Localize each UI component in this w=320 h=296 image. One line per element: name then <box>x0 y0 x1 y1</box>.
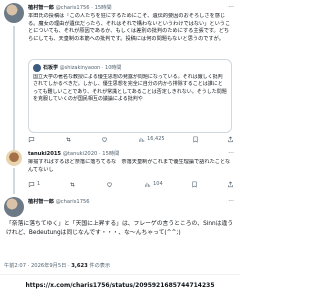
author-handle[interactable]: @tanuki2020 <box>63 151 98 157</box>
tweet-meta: 午前2:07 · 2026年9月5日 · 3,623 件の表示 <box>4 262 110 269</box>
quote-avatar <box>33 64 41 72</box>
bookmark-button[interactable] <box>192 134 199 144</box>
author-name[interactable]: 植村智一郎 <box>28 5 54 11</box>
heart-icon <box>107 182 113 187</box>
views-button[interactable]: 16,425 <box>138 134 165 144</box>
quote-author-name: 石坂学 <box>43 65 59 71</box>
views-count: 16,425 <box>147 136 165 142</box>
thread-line <box>13 26 15 150</box>
tweet-time[interactable]: 15時間 <box>102 151 119 157</box>
retweet-button[interactable] <box>69 179 78 189</box>
reply-button[interactable]: 1 <box>28 179 40 189</box>
more-icon[interactable]: ··· <box>228 3 234 13</box>
source-url: https://x.com/charis1756/status/20959216… <box>25 282 215 289</box>
thread-line <box>13 168 15 194</box>
tweet-header: tanuki2015 @tanuki2020 · 15時間 <box>28 151 120 157</box>
author-handle[interactable]: @charis1756 <box>56 5 90 11</box>
tweet-text: 揶揄すればするほど奈落に落ちてるな 奈落天皇制がこれまで優生理論で語れたことなん… <box>28 159 231 173</box>
retweet-icon <box>70 181 75 187</box>
tweet-2[interactable]: tanuki2015 @tanuki2020 · 15時間 ··· 揶揄すればす… <box>0 148 240 194</box>
views-total: 3,623 <box>71 263 88 269</box>
share-button[interactable] <box>227 179 234 189</box>
share-icon <box>228 135 233 142</box>
more-icon[interactable]: ··· <box>228 149 234 159</box>
tweet-timestamp[interactable]: 午前2:07 · 2026年9月5日 · <box>4 263 70 269</box>
heart-icon <box>102 137 108 142</box>
bookmark-button[interactable] <box>191 179 198 189</box>
author-name[interactable]: tanuki2015 <box>28 151 61 157</box>
quote-time: 10時間 <box>105 65 122 71</box>
views-label: 件の表示 <box>89 263 111 269</box>
avatar[interactable] <box>4 3 24 23</box>
author-handle[interactable]: @charis1756 <box>56 199 90 205</box>
tweet-actions: 1 104 <box>28 179 234 189</box>
tweet-3-main[interactable]: 植村智一郎 @charis1756 ··· 「奈落に落ちてゆく」と「天国に上昇す… <box>0 194 240 266</box>
reply-icon <box>28 136 35 142</box>
quote-author-handle: @shizakinyaoon <box>59 65 101 71</box>
bookmark-icon <box>192 181 197 188</box>
divider <box>0 274 240 275</box>
quote-text: 国立大学の著名な教授による優生思想の発露が問題になっている。それは厳しく批判され… <box>33 74 227 103</box>
views-count: 104 <box>153 181 163 187</box>
bookmark-icon <box>193 136 198 143</box>
reply-button[interactable] <box>28 134 37 144</box>
views-icon <box>145 182 151 187</box>
tweet-actions: 16,425 <box>28 134 234 144</box>
tweet-header: 植村智一郎 @charis1756 <box>28 197 236 207</box>
tweet-header: 植村智一郎 @charis1756 · 15時間 <box>28 5 112 11</box>
retweet-icon <box>65 136 71 142</box>
reply-count: 1 <box>37 181 41 187</box>
reply-icon <box>28 181 35 187</box>
share-button[interactable] <box>227 134 234 144</box>
views-button[interactable]: 104 <box>144 179 163 189</box>
tweet-text: 本田氏の投稿は「この人たちを狂にするためにこそ、遺伝的要因のおそろしさを感じる。… <box>28 13 231 42</box>
quote-header: 石坂学 @shizakinyaoon · 10時間 <box>43 65 122 71</box>
tweet-text: 「奈落に落ちてゆく」と「天国に上昇する」は、フレーゲの言うところの、Sinnは違… <box>6 221 234 236</box>
tweet-time[interactable]: 15時間 <box>95 5 112 11</box>
more-icon[interactable]: ··· <box>228 197 234 207</box>
like-button[interactable] <box>106 179 115 189</box>
avatar[interactable] <box>6 150 22 166</box>
avatar[interactable] <box>4 197 24 217</box>
quoted-tweet[interactable]: 石坂学 @shizakinyaoon · 10時間 国立大学の著名な教授による優… <box>28 59 232 133</box>
views-icon <box>139 137 145 142</box>
author-name[interactable]: 植村智一郎 <box>28 199 54 205</box>
share-icon <box>228 180 233 187</box>
tweet-1[interactable]: 植村智一郎 @charis1756 · 15時間 ··· 本田氏の投稿は「この人… <box>0 0 240 150</box>
retweet-button[interactable] <box>65 134 74 144</box>
like-button[interactable] <box>101 134 110 144</box>
